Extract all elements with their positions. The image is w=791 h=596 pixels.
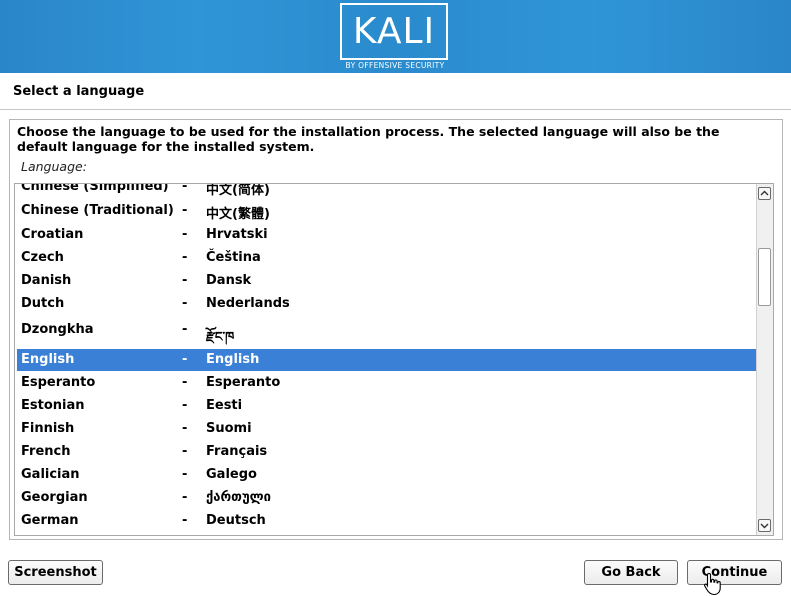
page-title: Select a language <box>13 84 145 99</box>
list-item[interactable]: Danish - Dansk <box>17 270 757 292</box>
language-native-name: English <box>206 352 260 367</box>
language-name: Dutch <box>21 296 65 311</box>
list-item[interactable]: French - Français <box>17 441 757 463</box>
language-name: Chinese (Traditional) <box>21 203 174 218</box>
language-name: Georgian <box>21 490 88 505</box>
list-item[interactable]: Esperanto - Esperanto <box>17 372 757 394</box>
separator-dash: - <box>182 513 188 528</box>
kali-header-banner: KALI BY OFFENSIVE SECURITY <box>0 0 791 73</box>
logo-subtitle: BY OFFENSIVE SECURITY <box>345 61 445 70</box>
list-item[interactable]: Czech - Čeština <box>17 247 757 269</box>
language-name: Croatian <box>21 227 84 242</box>
list-item-selected[interactable]: English - English <box>17 349 757 371</box>
scroll-up-button[interactable] <box>758 187 771 200</box>
language-name: French <box>21 444 71 459</box>
language-native-name: Eesti <box>206 398 243 413</box>
list-item[interactable]: Estonian - Eesti <box>17 395 757 417</box>
language-name: Czech <box>21 250 64 265</box>
list-scrollbar[interactable] <box>756 184 773 535</box>
language-native-name: Čeština <box>206 250 261 265</box>
language-native-name: Esperanto <box>206 375 281 390</box>
language-native-name: Galego <box>206 467 257 482</box>
separator-dash: - <box>182 203 188 218</box>
language-native-name: Nederlands <box>206 296 290 311</box>
chevron-up-icon <box>760 190 769 196</box>
language-name: Dzongkha <box>21 322 94 337</box>
separator-dash: - <box>182 183 188 194</box>
language-native-name: Hrvatski <box>206 227 268 242</box>
language-name: Finnish <box>21 421 75 436</box>
separator-dash: - <box>182 490 188 505</box>
list-item[interactable]: Chinese (Simplified) - 中文(简体) <box>17 183 757 198</box>
separator-dash: - <box>182 421 188 436</box>
language-name: Esperanto <box>21 375 96 390</box>
language-native-name: Dansk <box>206 273 252 288</box>
language-native-name: Suomi <box>206 421 252 436</box>
language-name: Estonian <box>21 398 85 413</box>
continue-button[interactable]: Continue <box>687 560 782 585</box>
separator-dash: - <box>182 273 188 288</box>
separator-dash: - <box>182 322 188 337</box>
header-divider <box>0 109 791 110</box>
chevron-down-icon <box>760 523 769 529</box>
screenshot-button[interactable]: Screenshot <box>8 560 103 585</box>
language-field-label: Language: <box>21 159 87 174</box>
list-item[interactable]: German - Deutsch <box>17 510 757 532</box>
language-native-name: Français <box>206 444 268 459</box>
hand-pointer-icon <box>704 572 721 596</box>
separator-dash: - <box>182 375 188 390</box>
language-native-name: 中文(简体) <box>206 183 270 198</box>
logo-text: KALI <box>352 11 436 52</box>
separator-dash: - <box>182 398 188 413</box>
language-name: Danish <box>21 273 72 288</box>
separator-dash: - <box>182 250 188 265</box>
separator-dash: - <box>182 444 188 459</box>
list-item[interactable]: Croatian - Hrvatski <box>17 224 757 246</box>
list-item[interactable]: Galician - Galego <box>17 464 757 486</box>
list-item[interactable]: Georgian - ქართული <box>17 487 757 509</box>
language-name: Chinese (Simplified) <box>21 183 169 194</box>
list-item[interactable]: Dzongkha - རྫོང་ཁ <box>17 319 757 345</box>
scrollbar-thumb[interactable] <box>758 248 771 306</box>
go-back-button[interactable]: Go Back <box>584 560 678 585</box>
separator-dash: - <box>182 467 188 482</box>
language-native-name: 中文(繁體) <box>206 207 270 222</box>
language-name: Galician <box>21 467 80 482</box>
language-name: German <box>21 513 79 528</box>
list-item[interactable]: Chinese (Traditional) - 中文(繁體) <box>17 200 757 222</box>
separator-dash: - <box>182 227 188 242</box>
language-native-name: Deutsch <box>206 513 266 528</box>
list-item[interactable]: Finnish - Suomi <box>17 418 757 440</box>
language-name: English <box>21 352 75 367</box>
separator-dash: - <box>182 296 188 311</box>
kali-logo: KALI <box>340 3 448 60</box>
list-item[interactable]: Dutch - Nederlands <box>17 293 757 315</box>
language-description: Choose the language to be used for the i… <box>17 124 720 154</box>
scroll-down-button[interactable] <box>758 519 771 532</box>
separator-dash: - <box>182 352 188 367</box>
language-native-name: ქართული <box>206 490 271 505</box>
language-list[interactable]: Chinese (Simplified) - 中文(简体) Chinese (T… <box>14 183 774 536</box>
